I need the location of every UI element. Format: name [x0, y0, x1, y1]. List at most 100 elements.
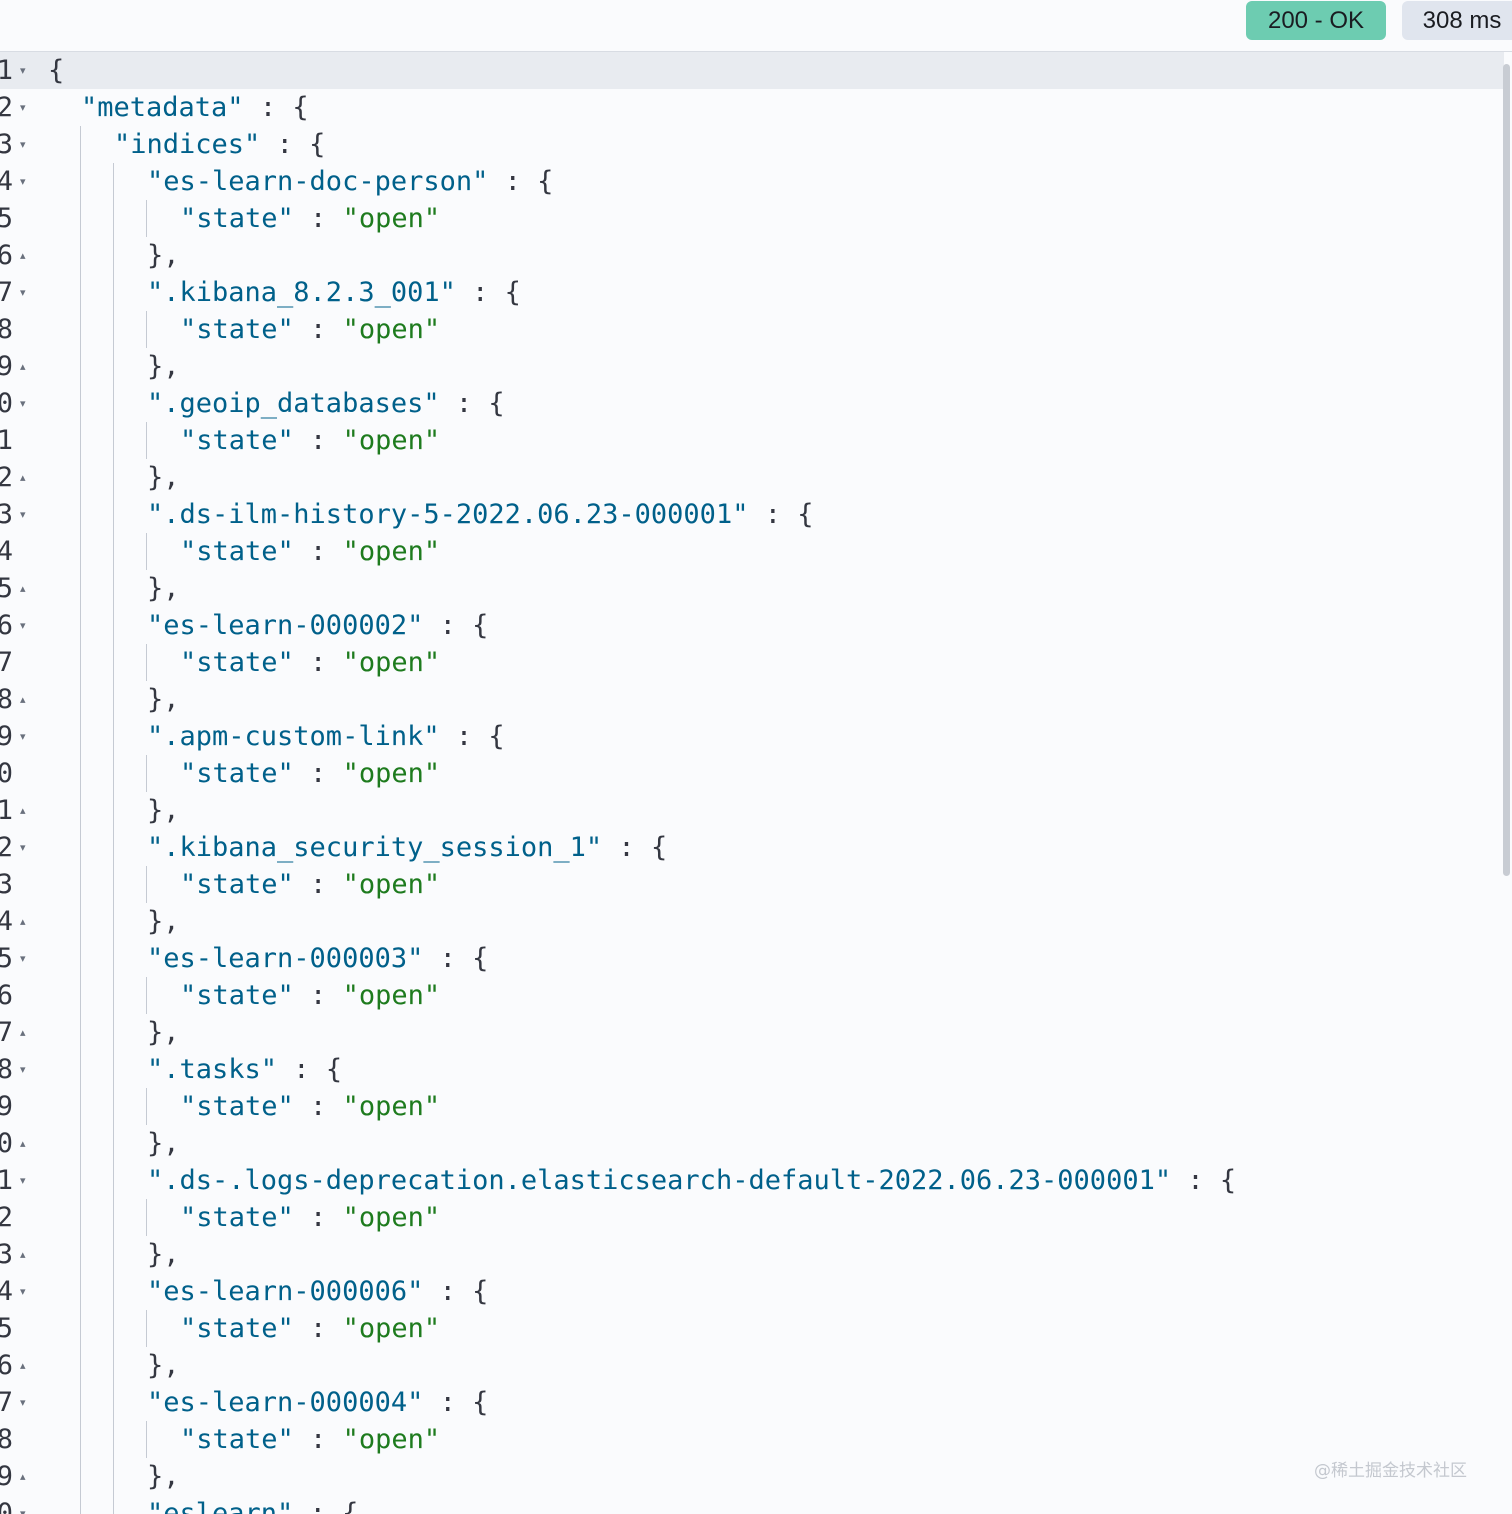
fold-arrow-down-icon[interactable]: ▾ [20, 1051, 26, 1088]
line-number: 8 [0, 1054, 13, 1085]
fold-arrow-down-icon[interactable]: ▾ [20, 829, 26, 866]
json-separator: : [293, 869, 343, 900]
fold-arrow-up-icon[interactable]: ▴ [20, 1014, 26, 1051]
editor-line[interactable]: 2 ▾ ".kibana_security_session_1" : { [0, 829, 1504, 866]
indent-guide [113, 200, 114, 237]
json-string-value: "open" [342, 536, 441, 567]
editor-line[interactable]: 3 ▾ "indices" : { [0, 126, 1504, 163]
fold-arrow-up-icon[interactable]: ▴ [20, 792, 26, 829]
editor-line[interactable]: 8 "state" : "open" [0, 1421, 1504, 1458]
code-text: ".ds-ilm-history-5-2022.06.23-000001" : … [147, 496, 814, 533]
fold-arrow-down-icon[interactable]: ▾ [20, 126, 26, 163]
editor-line[interactable]: 5 "state" : "open" [0, 200, 1504, 237]
editor-line[interactable]: 9 "state" : "open" [0, 1088, 1504, 1125]
fold-arrow-up-icon[interactable]: ▴ [20, 1458, 26, 1495]
fold-arrow-down-icon[interactable]: ▾ [20, 1495, 26, 1514]
fold-arrow-up-icon[interactable]: ▴ [20, 903, 26, 940]
fold-arrow-down-icon[interactable]: ▾ [20, 1384, 26, 1421]
fold-arrow-up-icon[interactable]: ▴ [20, 570, 26, 607]
editor-line[interactable]: 8 ▴}, [0, 681, 1504, 718]
editor-line[interactable]: 0 ▾ ".geoip_databases" : { [0, 385, 1504, 422]
code-text: "metadata" : { [81, 89, 309, 126]
editor-line[interactable]: 2 "state" : "open" [0, 1199, 1504, 1236]
editor-line[interactable]: 8 ▾ ".tasks" : { [0, 1051, 1504, 1088]
editor-line[interactable]: 4 ▾ "es-learn-000006" : { [0, 1273, 1504, 1310]
json-punctuation: { [488, 721, 505, 752]
json-separator: : [293, 1202, 343, 1233]
fold-arrow-down-icon[interactable]: ▾ [20, 1162, 26, 1199]
indent-guide [113, 977, 114, 1014]
indent-guide [113, 570, 114, 607]
json-key: "state" [180, 536, 294, 567]
fold-arrow-up-icon[interactable]: ▴ [20, 237, 26, 274]
editor-line[interactable]: 1 ▾ ".ds-.logs-deprecation.elasticsearch-d… [0, 1162, 1504, 1199]
editor-line[interactable]: 0 "state" : "open" [0, 755, 1504, 792]
editor-line[interactable]: 2 ▾ "metadata" : { [0, 89, 1504, 126]
editor-line[interactable]: 8 "state" : "open" [0, 311, 1504, 348]
editor-line[interactable]: 6 "state" : "open" [0, 977, 1504, 1014]
editor-line[interactable]: 9 ▴}, [0, 348, 1504, 385]
editor-line[interactable]: 6 ▴}, [0, 1347, 1504, 1384]
editor-line[interactable]: 5 ▾ "es-learn-000003" : { [0, 940, 1504, 977]
fold-arrow-up-icon[interactable]: ▴ [20, 681, 26, 718]
json-key: ".tasks" [147, 1054, 278, 1085]
fold-arrow-down-icon[interactable]: ▾ [20, 89, 26, 126]
json-punctuation: { [48, 55, 65, 86]
editor-line[interactable]: 9 ▾ ".apm-custom-link" : { [0, 718, 1504, 755]
indent-guide [80, 1384, 81, 1421]
code-text: { [48, 52, 64, 89]
fold-arrow-down-icon[interactable]: ▾ [20, 1273, 26, 1310]
fold-arrow-down-icon[interactable]: ▾ [20, 274, 26, 311]
fold-arrow-down-icon[interactable]: ▾ [20, 607, 26, 644]
editor-line[interactable]: 1 "state" : "open" [0, 422, 1504, 459]
fold-arrow-up-icon[interactable]: ▴ [20, 1236, 26, 1273]
vertical-scrollbar[interactable] [1503, 64, 1510, 876]
line-number: 9 [0, 1091, 13, 1122]
editor-line[interactable]: 5 ▴}, [0, 570, 1504, 607]
editor-line[interactable]: 6 ▾ "es-learn-000002" : { [0, 607, 1504, 644]
fold-arrow-up-icon[interactable]: ▴ [20, 1347, 26, 1384]
fold-arrow-down-icon[interactable]: ▾ [20, 385, 26, 422]
editor-line[interactable]: 3 ▴}, [0, 1236, 1504, 1273]
editor-line[interactable]: 3 ▾ ".ds-ilm-history-5-2022.06.23-000001" … [0, 496, 1504, 533]
editor-line[interactable]: 4 ▾ "es-learn-doc-person" : { [0, 163, 1504, 200]
indent-guide [80, 866, 81, 903]
fold-arrow-down-icon[interactable]: ▾ [20, 718, 26, 755]
editor-line[interactable]: 7 ▾ ".kibana_8.2.3_001" : { [0, 274, 1504, 311]
json-punctuation: { [1219, 1165, 1237, 1196]
indent-guide [80, 200, 81, 237]
line-number: 6 [0, 1350, 13, 1381]
editor-line[interactable]: 0 ▴}, [0, 1125, 1504, 1162]
json-punctuation: }, [147, 795, 180, 826]
editor-line[interactable]: 7 "state" : "open" [0, 644, 1504, 681]
fold-arrow-down-icon[interactable]: ▾ [20, 496, 26, 533]
line-number: 2 [0, 462, 13, 493]
fold-arrow-down-icon[interactable]: ▾ [20, 52, 26, 89]
editor-line[interactable]: 3 "state" : "open" [0, 866, 1504, 903]
json-punctuation: { [472, 610, 489, 641]
editor-line[interactable]: 5 "state" : "open" [0, 1310, 1504, 1347]
fold-arrow-up-icon[interactable]: ▴ [20, 459, 26, 496]
line-number: 6 [0, 610, 13, 641]
editor-line[interactable]: 6 ▴}, [0, 237, 1504, 274]
fold-arrow-down-icon[interactable]: ▾ [20, 163, 26, 200]
fold-arrow-up-icon[interactable]: ▴ [20, 348, 26, 385]
editor-line[interactable]: 7 ▾ "es-learn-000004" : { [0, 1384, 1504, 1421]
editor-line[interactable]: 9 ▴}, [0, 1458, 1504, 1495]
editor-line[interactable]: 2 ▴}, [0, 459, 1504, 496]
status-badge: 200 - OK [1246, 1, 1386, 40]
line-number: 4 [0, 906, 13, 937]
json-key: "es-learn-000002" [147, 610, 424, 641]
editor-line[interactable]: 1 ▾ { [0, 52, 1504, 89]
json-punctuation: }, [147, 351, 180, 382]
indent-guide [80, 533, 81, 570]
fold-arrow-up-icon[interactable]: ▴ [20, 1125, 26, 1162]
response-editor[interactable]: 1 ▾{2 ▾ "metadata" : {3 ▾ "indices" : {4 ▾ "es-… [0, 52, 1512, 1514]
editor-line[interactable]: 1 ▴}, [0, 792, 1504, 829]
editor-line[interactable]: 0 ▾ "eslearn" : { [0, 1495, 1504, 1514]
editor-line[interactable]: 4 ▴}, [0, 903, 1504, 940]
fold-arrow-down-icon[interactable]: ▾ [20, 940, 26, 977]
editor-line[interactable]: 7 ▴}, [0, 1014, 1504, 1051]
indent-guide [80, 1125, 81, 1162]
editor-line[interactable]: 4 "state" : "open" [0, 533, 1504, 570]
